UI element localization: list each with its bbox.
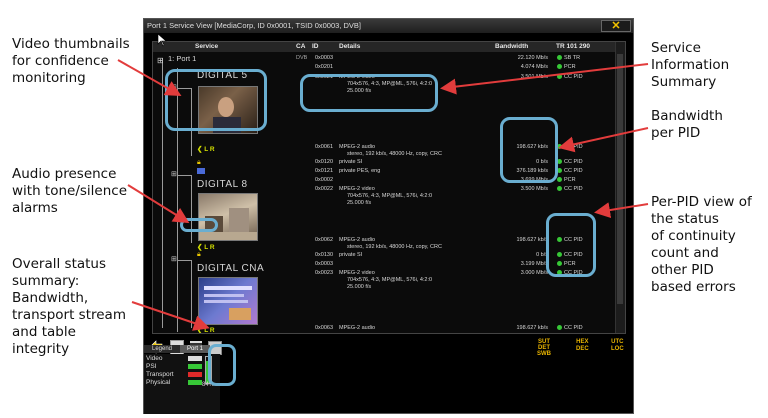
callout-arrows [117,33,649,331]
arrow-overall [131,301,210,331]
arrow-audio [127,184,190,224]
arrow-thumbnail [117,59,182,96]
mouse-cursor-icon [157,33,167,47]
arrow-perpid [594,202,649,219]
arrow-service [440,63,649,95]
arrow-bandwidth [558,127,649,153]
